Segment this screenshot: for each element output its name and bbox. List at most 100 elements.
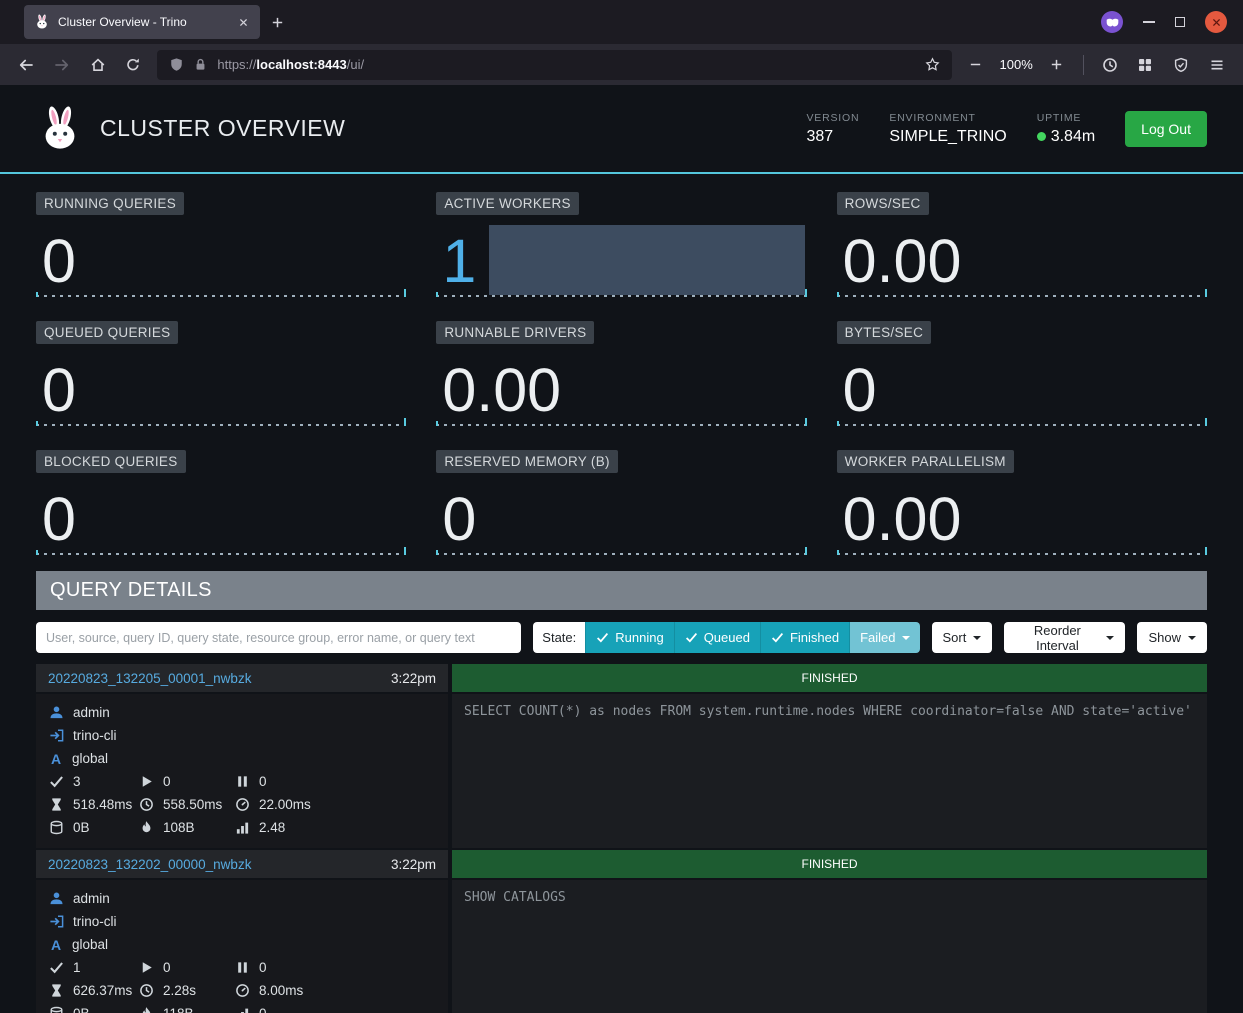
trino-cluster-overview-page: CLUSTER OVERVIEW VERSION 387 ENVIRONMENT… (0, 85, 1243, 1013)
version-value: 387 (806, 128, 859, 146)
query-body: admin trino-cli global 1 0 0 (36, 880, 1207, 1013)
query-user-row: admin (36, 887, 448, 910)
sparkline-baseline (436, 295, 806, 297)
history-button[interactable] (1094, 50, 1126, 80)
memory-database-icon (49, 820, 64, 835)
caret-down-icon (1188, 636, 1196, 640)
source-icon (49, 914, 64, 929)
query-id-link[interactable]: 20220823_132202_00000_nwbzk (48, 857, 251, 872)
header-divider (0, 172, 1243, 174)
extension-button[interactable] (1129, 50, 1161, 80)
trino-logo (36, 105, 84, 153)
query-list: 20220823_132205_00001_nwbzk 3:22pm FINIS… (36, 664, 1207, 1013)
container-avatar-icon[interactable] (1101, 11, 1123, 33)
state-queued-toggle[interactable]: Queued (674, 622, 760, 653)
parallelism-bars-icon (235, 1006, 250, 1013)
zoom-level[interactable]: 100% (996, 57, 1037, 72)
query-times-row: 518.48ms 558.50ms 22.00ms (36, 793, 448, 816)
query-text[interactable]: SHOW CATALOGS (452, 880, 1207, 1013)
query-id-link[interactable]: 20220823_132205_00001_nwbzk (48, 671, 251, 686)
cpu-time: 8.00ms (235, 983, 435, 998)
query-resource-group-row: global (36, 933, 448, 956)
zoom-in-button[interactable] (1041, 50, 1073, 80)
completed-splits-check-icon (49, 774, 64, 789)
stat-value: 0 (42, 231, 76, 292)
query-details-header: QUERY DETAILS (36, 571, 1207, 610)
stat-label: RESERVED MEMORY (B) (436, 450, 618, 473)
stats-grid: RUNNING QUERIES 0 ACTIVE WORKERS 1 ROWS/… (36, 187, 1207, 556)
state-finished-toggle[interactable]: Finished (760, 622, 849, 653)
uptime-block: UPTIME 3.84m (1037, 112, 1095, 146)
queued-splits-pause-icon (235, 960, 250, 975)
uptime-value: 3.84m (1037, 128, 1095, 146)
current-memory: 0B (49, 820, 139, 835)
new-tab-button[interactable] (260, 7, 294, 37)
bookmark-star-icon[interactable] (925, 57, 940, 72)
reload-button[interactable] (118, 50, 150, 80)
completed-splits: 3 (49, 774, 139, 789)
running-splits-play-icon (139, 774, 154, 789)
browser-nav-bar: https://localhost:8443/ui/ 100% (0, 44, 1243, 85)
sparkline-baseline (436, 424, 806, 426)
query-memory-row: 0B 118B 0 (36, 1002, 448, 1013)
stat-value: 0 (42, 489, 76, 550)
reload-icon (125, 57, 141, 73)
elapsed-time: 558.50ms (139, 797, 235, 812)
show-dropdown[interactable]: Show (1137, 622, 1207, 653)
query-user-row: admin (36, 701, 448, 724)
home-button[interactable] (82, 50, 114, 80)
caret-down-icon (973, 636, 981, 640)
tab-close-icon[interactable] (237, 16, 250, 29)
query-text[interactable]: SELECT COUNT(*) as nodes FROM system.run… (452, 694, 1207, 848)
state-running-toggle[interactable]: Running (585, 622, 673, 653)
stat-label: WORKER PARALLELISM (837, 450, 1014, 473)
menu-button[interactable] (1201, 50, 1233, 80)
trino-favicon-icon (34, 14, 50, 30)
protections-button[interactable] (1165, 50, 1197, 80)
tracking-shield-icon[interactable] (169, 57, 184, 72)
state-failed-dropdown[interactable]: Failed (849, 622, 919, 653)
menu-hamburger-icon (1209, 57, 1225, 73)
query-memory-row: 0B 108B 2.48 (36, 816, 448, 839)
cluster-meta: VERSION 387 ENVIRONMENT SIMPLE_TRINO UPT… (806, 111, 1207, 147)
reorder-interval-dropdown[interactable]: Reorder Interval (1004, 622, 1125, 653)
logout-button[interactable]: Log Out (1125, 111, 1207, 147)
query-info-panel: admin trino-cli global 1 0 0 (36, 880, 448, 1013)
window-close-button[interactable] (1205, 11, 1227, 33)
protections-shield-icon (1173, 57, 1189, 73)
stat-label: RUNNABLE DRIVERS (436, 321, 594, 344)
stat-tile-reserved-memory: RESERVED MEMORY (B) 0 (436, 445, 806, 556)
zoom-out-button[interactable] (960, 50, 992, 80)
browser-tab-bar: Cluster Overview - Trino (0, 0, 1243, 44)
query-resource-group-row: global (36, 747, 448, 770)
wall-time-hourglass-icon (49, 797, 64, 812)
query-source-row: trino-cli (36, 724, 448, 747)
query-status-bar: FINISHED (452, 664, 1207, 692)
query-filter-input[interactable] (36, 622, 521, 653)
elapsed-clock-icon (139, 983, 154, 998)
back-button[interactable] (10, 50, 42, 80)
stat-tile-bytes-sec: BYTES/SEC 0 (837, 316, 1207, 427)
state-filter-group: State: Running Queued Finished Failed (533, 622, 919, 653)
running-splits: 0 (139, 774, 235, 789)
cpu-gauge-icon (235, 983, 250, 998)
query-resource-group: global (72, 751, 108, 766)
browser-tab[interactable]: Cluster Overview - Trino (24, 5, 260, 39)
completed-splits-check-icon (49, 960, 64, 975)
sparkline-baseline (436, 553, 806, 555)
query-body: admin trino-cli global 3 0 0 (36, 694, 1207, 848)
sort-dropdown[interactable]: Sort (932, 622, 993, 653)
history-clock-icon (1102, 57, 1118, 73)
lock-icon[interactable] (193, 57, 208, 72)
minimize-button[interactable] (1143, 21, 1155, 23)
query-times-row: 626.37ms 2.28s 8.00ms (36, 979, 448, 1002)
extension-grid-icon (1137, 57, 1153, 73)
stat-label: BLOCKED QUERIES (36, 450, 186, 473)
url-bar[interactable]: https://localhost:8443/ui/ (157, 50, 951, 80)
query-user: admin (73, 891, 110, 906)
maximize-button[interactable] (1175, 17, 1185, 27)
stat-tile-running-queries: RUNNING QUERIES 0 (36, 187, 406, 298)
stat-tile-active-workers: ACTIVE WORKERS 1 (436, 187, 806, 298)
query-resource-group: global (72, 937, 108, 952)
forward-button[interactable] (46, 50, 78, 80)
